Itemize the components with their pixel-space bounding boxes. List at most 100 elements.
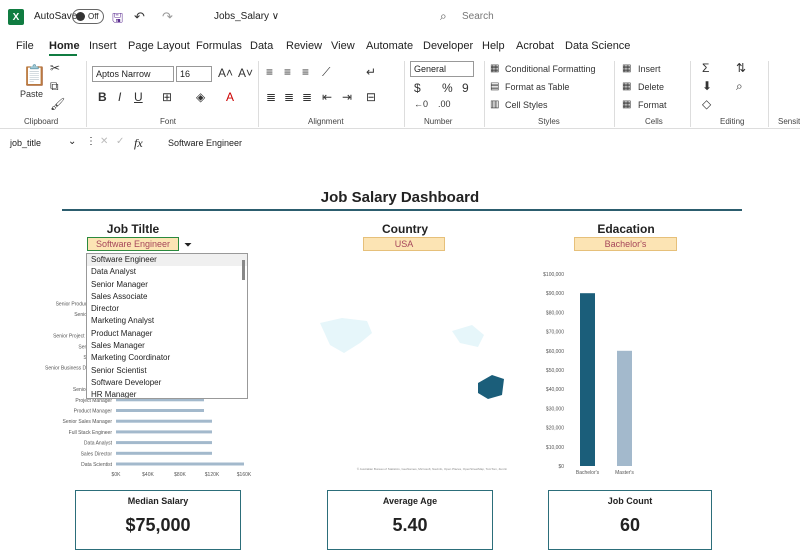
tab-help[interactable]: Help [482, 40, 505, 52]
dropdown-arrow-icon[interactable]: ⏷ [184, 240, 192, 251]
font-size-box[interactable]: 16 [176, 66, 212, 82]
tab-developer[interactable]: Developer [423, 40, 473, 52]
dropdown-option[interactable]: Software Engineer [87, 254, 247, 267]
undo-icon[interactable]: ↶ [134, 9, 145, 25]
dropdown-option[interactable]: Senior Manager [87, 279, 247, 291]
underline-icon[interactable]: U [134, 90, 143, 104]
font-color-icon[interactable]: A [226, 90, 234, 104]
format-cells-button[interactable]: Format [638, 100, 667, 110]
tab-data[interactable]: Data [250, 40, 273, 52]
more-icon[interactable]: ⋮ [86, 136, 96, 147]
autosave-toggle[interactable]: Off [72, 9, 104, 24]
worksheet[interactable]: Job Salary Dashboard Job Tiltle Software… [0, 158, 800, 557]
insert-cells-button[interactable]: Insert [638, 64, 661, 74]
conditional-formatting-icon[interactable]: ▦ [490, 63, 499, 74]
find-select-icon[interactable]: ⌕ [736, 79, 743, 94]
wrap-text-icon[interactable]: ↵ [366, 65, 376, 79]
font-name-box[interactable]: Aptos Narrow [92, 66, 174, 82]
fx-label[interactable]: fx [134, 136, 143, 151]
education-selector[interactable]: Bachelor's [574, 237, 677, 251]
format-as-table-icon[interactable]: ▤ [490, 81, 499, 92]
format-painter-icon[interactable]: 🖌 [50, 97, 65, 111]
dropdown-option[interactable]: Data Analyst [87, 266, 247, 278]
borders-icon[interactable]: ⊞ [162, 90, 172, 104]
group-styles: Styles [538, 117, 560, 126]
tab-view[interactable]: View [331, 40, 355, 52]
paste-icon[interactable]: 📋 [22, 63, 47, 88]
redo-icon[interactable]: ↷ [162, 9, 173, 25]
format-as-table-button[interactable]: Format as Table [505, 82, 569, 92]
tab-acrobat[interactable]: Acrobat [516, 40, 554, 52]
dropdown-option[interactable]: Software Developer [87, 377, 247, 389]
align-left-icon[interactable]: ≣ [266, 90, 276, 104]
increase-indent-icon[interactable]: ⇥ [342, 90, 352, 104]
dropdown-option[interactable]: Sales Associate [87, 291, 247, 303]
align-top-icon[interactable]: ≡ [266, 65, 273, 79]
paste-label[interactable]: Paste [20, 89, 43, 99]
align-right-icon[interactable]: ≣ [302, 90, 312, 104]
tab-home[interactable]: Home [49, 40, 80, 52]
dropdown-option[interactable]: HR Manager [87, 389, 247, 398]
increase-decimal-icon[interactable]: ←0 [414, 99, 428, 109]
merge-center-icon[interactable]: ⊟ [366, 90, 376, 104]
autosum-icon[interactable]: Σ [702, 61, 709, 75]
cancel-icon[interactable]: ✕ [100, 136, 108, 147]
comma-icon[interactable]: 9 [462, 81, 469, 95]
search-box[interactable]: ⌕ Search [432, 6, 690, 28]
orientation-icon[interactable]: ⟋ [322, 65, 330, 80]
cut-icon[interactable]: ✂ [50, 61, 60, 75]
delete-cells-icon[interactable]: ▦ [622, 81, 631, 92]
dropdown-scrollbar[interactable] [242, 260, 245, 280]
tab-file[interactable]: File [16, 40, 34, 52]
insert-cells-icon[interactable]: ▦ [622, 63, 631, 74]
dropdown-option[interactable]: Marketing Coordinator [87, 352, 247, 364]
shrink-font-icon[interactable]: A˅ [238, 66, 253, 80]
dropdown-option[interactable]: Senior Scientist [87, 365, 247, 377]
active-tab-indicator [49, 54, 77, 56]
tab-formulas[interactable]: Formulas [196, 40, 242, 52]
save-icon[interactable]: 🖫 [112, 9, 123, 31]
align-middle-icon[interactable]: ≡ [284, 65, 291, 79]
copy-icon[interactable]: ⧉ [50, 79, 59, 94]
fill-icon[interactable]: ⬇ [702, 79, 712, 93]
align-bottom-icon[interactable]: ≡ [302, 65, 309, 79]
formula-input[interactable]: Software Engineer [168, 138, 242, 148]
tab-review[interactable]: Review [286, 40, 322, 52]
tab-data-science[interactable]: Data Science [565, 40, 630, 52]
ribbon: 📋 Paste ✂ ⧉ 🖌 Clipboard Aptos Narrow 16 … [0, 57, 800, 129]
tab-insert[interactable]: Insert [89, 40, 117, 52]
bar-category-label: Data Scientist [81, 462, 112, 468]
dropdown-option[interactable]: Product Manager [87, 328, 247, 340]
dropdown-option[interactable]: Marketing Analyst [87, 315, 247, 327]
align-center-icon[interactable]: ≣ [284, 90, 294, 104]
italic-icon[interactable]: I [118, 90, 121, 104]
grow-font-icon[interactable]: A˄ [218, 66, 233, 80]
format-cells-icon[interactable]: ▦ [622, 99, 631, 110]
dropdown-option[interactable]: Sales Manager [87, 340, 247, 352]
country-map[interactable] [312, 313, 532, 423]
conditional-formatting-button[interactable]: Conditional Formatting [505, 64, 596, 74]
currency-icon[interactable]: $ [414, 81, 421, 95]
fill-color-icon[interactable]: ◈ [196, 90, 205, 104]
percent-icon[interactable]: % [442, 81, 453, 95]
delete-cells-button[interactable]: Delete [638, 82, 664, 92]
name-box-dropdown-icon[interactable]: ⌄ [68, 136, 76, 147]
sort-filter-icon[interactable]: ⇅ [736, 61, 746, 75]
enter-icon[interactable]: ✓ [116, 136, 124, 147]
number-format-box[interactable]: General [410, 61, 474, 77]
decrease-decimal-icon[interactable]: .00 [438, 99, 451, 109]
clear-icon[interactable]: ◇ [702, 97, 711, 111]
cell-styles-icon[interactable]: ▥ [490, 99, 499, 110]
dropdown-option[interactable]: Director [87, 303, 247, 315]
cell-styles-button[interactable]: Cell Styles [505, 100, 548, 110]
file-name[interactable]: Jobs_Salary ∨ [214, 11, 279, 22]
decrease-indent-icon[interactable]: ⇤ [322, 90, 332, 104]
tab-automate[interactable]: Automate [366, 40, 413, 52]
group-number: Number [424, 117, 453, 126]
bold-icon[interactable]: B [98, 90, 107, 104]
job-title-selector[interactable]: Software Engineer [87, 237, 179, 251]
job-title-dropdown[interactable]: Software Engineer Data Analyst Senior Mana… [86, 253, 248, 399]
country-selector[interactable]: USA [363, 237, 445, 251]
tab-page-layout[interactable]: Page Layout [128, 40, 190, 52]
name-box[interactable]: job_title [10, 138, 41, 148]
